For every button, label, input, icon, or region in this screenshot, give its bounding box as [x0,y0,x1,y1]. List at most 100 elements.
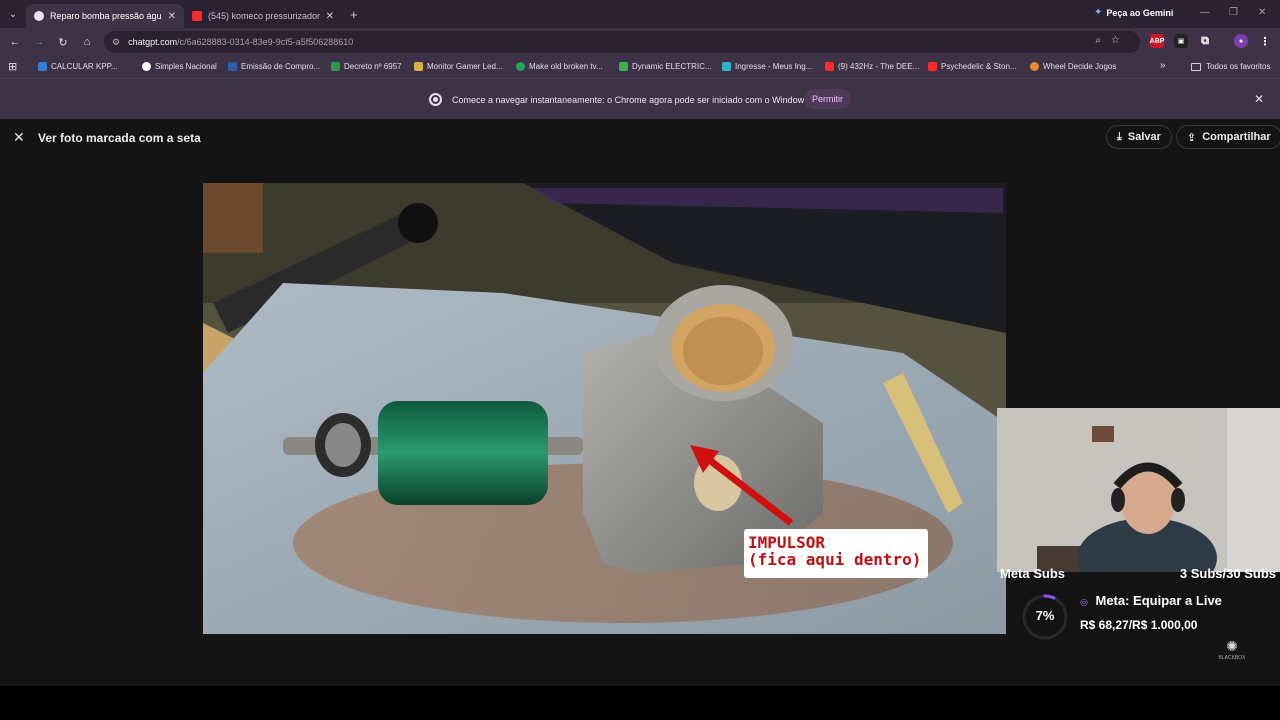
bookmarks-bar: ⊞ CALCULAR KPP... Simples Nacional Emiss… [0,56,1280,78]
annotation-label: IMPULSOR (fica aqui dentro) [744,529,928,578]
restore-icon[interactable]: ❐ [1229,7,1238,18]
url-host: chatgpt.com [128,37,178,47]
bookmark-label: Wheel Decide Jogos [1043,62,1117,71]
extension-icon[interactable]: ▣ [1174,34,1188,48]
bookmark-item[interactable]: Wheel Decide Jogos [1030,62,1116,71]
bookmark-favicon-icon [722,62,731,71]
extensions-puzzle-icon[interactable]: ⧉ [1198,34,1212,48]
bookmark-favicon-icon [1030,62,1039,71]
download-icon: ⤓ [1117,130,1122,143]
bookmark-label: Emissão de Compro... [241,62,321,71]
home-icon[interactable]: ⌂ [75,36,99,48]
bookmark-item[interactable]: Simples Nacional [142,62,217,71]
close-viewer-icon[interactable]: ✕ [13,129,25,146]
bookmark-label: Psychedelic & Ston... [941,62,1017,71]
close-window-icon[interactable]: ✕ [1258,7,1266,18]
bookmark-label: Make old broken tv... [529,62,603,71]
webcam-overlay [997,408,1280,572]
annotation-line-1: IMPULSOR [748,533,826,552]
tab-chatgpt[interactable]: Reparo bomba pressão água ✕ [26,4,184,28]
bookmark-favicon-icon [414,62,423,71]
tab-search-icon[interactable]: ⌄ [0,0,26,28]
bottom-bar [0,686,1280,720]
menu-icon[interactable]: ⋮ [1258,34,1272,48]
youtube-favicon-icon [928,62,937,71]
share-icon: ⇪ [1187,131,1197,144]
bookmark-label: Monitor Gamer Led... [427,62,503,71]
folder-icon [1191,62,1201,71]
goal-value: R$ 68,27/R$ 1.000,00 [1080,618,1198,632]
tab-youtube[interactable]: (545) komeco pressurizador - Y ✕ [184,4,342,28]
gemini-icon: ✦ [1094,7,1103,18]
youtube-favicon-icon [192,11,202,21]
share-button[interactable]: ⇪ Compartilhar [1176,125,1280,149]
close-tab-icon[interactable]: ✕ [326,11,334,22]
profile-avatar[interactable]: ● [1234,34,1248,48]
bookmark-label: Dynamic ELECTRIC... [632,62,712,71]
viewer-title: Ver foto marcada com a seta [38,131,201,145]
webcam-scene [997,408,1280,572]
save-button[interactable]: ⤓ Salvar [1106,125,1172,149]
infobar-close-icon[interactable]: ✕ [1254,92,1264,106]
annotated-photo: IMPULSOR (fica aqui dentro) [203,183,1006,634]
address-bar[interactable]: ⚙ chatgpt.com /c/6a628883-0314-83e9-9cf5… [104,31,1140,53]
goal-widget: 7% ◎ Meta: Equipar a Live R$ 68,27/R$ 1.… [1010,584,1224,650]
bookmark-label: Decreto nº 6957 [344,62,402,71]
blackbox-badge-text: BLACKBOX [1218,655,1246,661]
bookmark-favicon-icon [516,62,525,71]
meta-subs-label: Meta Subs [1000,566,1066,581]
bookmark-favicon-icon [38,62,47,71]
share-label: Compartilhar [1202,131,1271,143]
site-info-icon[interactable]: ⚙ [112,37,120,48]
infobar-message: Comece a navegar instantaneamente: o Chr… [452,95,812,105]
gemini-button[interactable]: ✦ Peça ao Gemini [1094,7,1173,18]
all-bookmarks-button[interactable]: Todos os favoritos [1191,62,1270,71]
forward-icon[interactable]: → [27,36,51,48]
browser-toolbar: ← → ↻ ⌂ ⚙ chatgpt.com /c/6a628883-0314-8… [0,28,1280,56]
bookmark-favicon-icon [228,62,237,71]
goal-title-row: ◎ Meta: Equipar a Live [1080,593,1222,608]
reload-icon[interactable]: ↻ [51,36,75,49]
meta-subs-row: Meta Subs 3 Subs/30 Subs [997,564,1280,584]
bookmark-item[interactable]: Psychedelic & Ston... [928,62,1017,71]
bookmark-item[interactable]: (9) 432Hz - The DEE... [825,62,919,71]
goal-percent: 7% [1035,608,1055,623]
minimize-icon[interactable]: — [1200,7,1210,18]
bookmark-favicon-icon [331,62,340,71]
new-tab-icon[interactable]: + [350,7,358,22]
bookmark-item[interactable]: Emissão de Compro... [228,62,320,71]
more-bookmarks-icon[interactable]: » [1160,60,1166,71]
tab-title: (545) komeco pressurizador - Y [208,11,320,21]
goal-title: Meta: Equipar a Live [1095,593,1222,608]
zoom-and-bookmark-icons[interactable]: ⌕☆ [1095,35,1130,46]
gemini-label: Peça ao Gemini [1106,7,1174,18]
blackbox-badge: ✺ BLACKBOX [1218,638,1246,666]
bookmark-label: Simples Nacional [155,62,217,71]
goal-bullet-icon: ◎ [1080,597,1088,607]
bookmark-item[interactable]: CALCULAR KPP... [38,62,118,71]
bookmark-label: Ingresse - Meus Ing... [735,62,813,71]
all-bookmarks-label: Todos os favoritos [1206,62,1271,71]
bookmark-favicon-icon [142,62,151,71]
adblock-extension-icon[interactable]: ABP [1150,34,1164,48]
bookmark-label: (9) 432Hz - The DEE... [838,62,920,71]
blackbox-logo-icon: ✺ [1226,638,1238,654]
bookmark-item[interactable]: Make old broken tv... [516,62,603,71]
bookmark-item[interactable]: Dynamic ELECTRIC... [619,62,712,71]
youtube-favicon-icon [825,62,834,71]
bookmark-favicon-icon [619,62,628,71]
close-tab-icon[interactable]: ✕ [168,11,176,22]
save-label: Salvar [1127,131,1161,143]
chrome-icon [429,93,442,106]
bookmark-item[interactable]: Ingresse - Meus Ing... [722,62,812,71]
tab-title: Reparo bomba pressão água [50,11,162,21]
back-icon[interactable]: ← [3,36,27,48]
permit-button[interactable]: Permitir [804,89,851,109]
tab-strip: ⌄ Reparo bomba pressão água ✕ (545) kome… [0,0,1280,28]
url-path: /c/6a628883-0314-83e9-9cf5-a5f506288610 [177,37,354,47]
subs-progress: 3 Subs/30 Subs [1179,566,1276,581]
apps-grid-icon[interactable]: ⊞ [8,60,17,73]
annotation-line-2: (fica aqui dentro) [748,550,922,569]
bookmark-item[interactable]: Decreto nº 6957 [331,62,402,71]
bookmark-item[interactable]: Monitor Gamer Led... [414,62,503,71]
